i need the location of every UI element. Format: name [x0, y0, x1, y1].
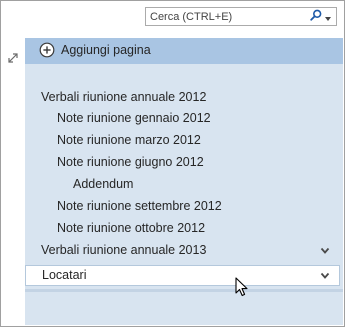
page-item-verbali-2013[interactable]: Verbali riunione annuale 2013 — [41, 240, 206, 260]
section-locatari-chevron[interactable] — [318, 269, 332, 283]
search-button[interactable] — [306, 8, 334, 25]
search-box[interactable] — [145, 7, 337, 26]
expand-icon[interactable] — [7, 52, 19, 67]
page-item-addendum[interactable]: Addendum — [73, 174, 133, 194]
navigation-left-strip — [1, 38, 24, 325]
chevron-down-icon — [320, 272, 330, 279]
page-item-note-ottobre-2012[interactable]: Note riunione ottobre 2012 — [57, 218, 205, 238]
section-locatari-label: Locatari — [42, 268, 87, 282]
page-item-note-settembre-2012[interactable]: Note riunione settembre 2012 — [57, 196, 222, 216]
collapse-page-group-chevron[interactable] — [318, 244, 332, 258]
section-locatari[interactable]: Locatari — [25, 265, 340, 286]
search-options-chevron-icon — [324, 10, 331, 24]
search-icon — [309, 9, 322, 24]
add-page-plus-icon — [39, 42, 55, 61]
drop-indicator-line — [25, 289, 343, 292]
page-item-note-giugno-2012[interactable]: Note riunione giugno 2012 — [57, 152, 204, 172]
lower-section-panel — [25, 289, 343, 325]
page-item-note-marzo-2012[interactable]: Note riunione marzo 2012 — [57, 130, 201, 150]
page-item-note-gennaio-2012[interactable]: Note riunione gennaio 2012 — [57, 108, 211, 128]
page-item-verbali-2012[interactable]: Verbali riunione annuale 2012 — [41, 87, 206, 107]
search-input[interactable] — [146, 8, 304, 25]
add-page-button[interactable]: Aggiungi pagina — [25, 38, 343, 64]
mouse-pointer-icon — [235, 277, 249, 300]
chevron-down-icon — [320, 247, 330, 254]
add-page-label: Aggiungi pagina — [61, 43, 151, 57]
